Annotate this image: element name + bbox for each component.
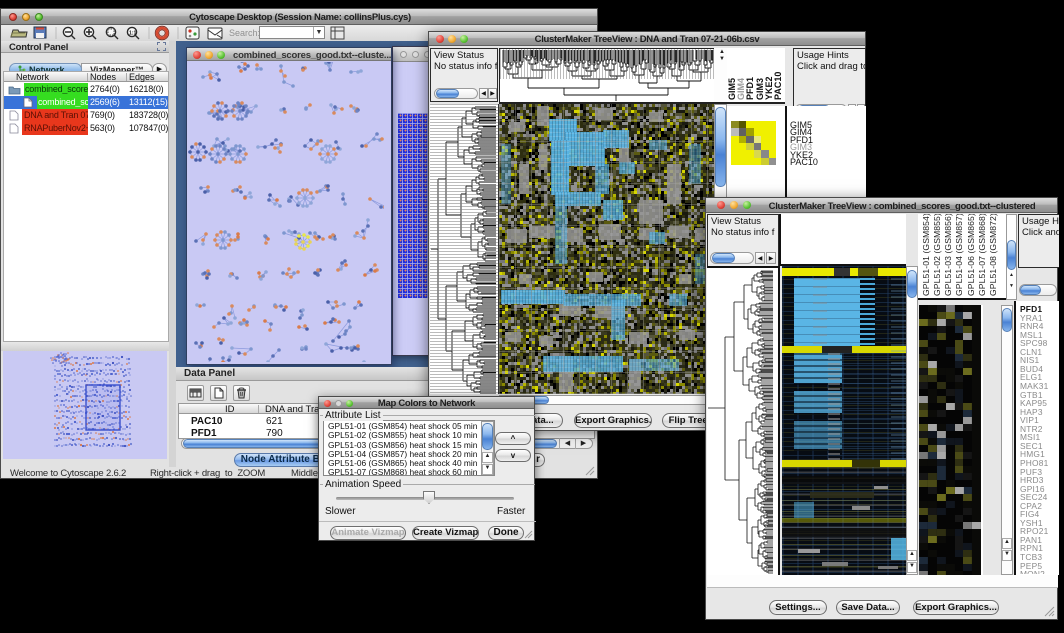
svg-text:1:1: 1:1	[129, 31, 136, 37]
